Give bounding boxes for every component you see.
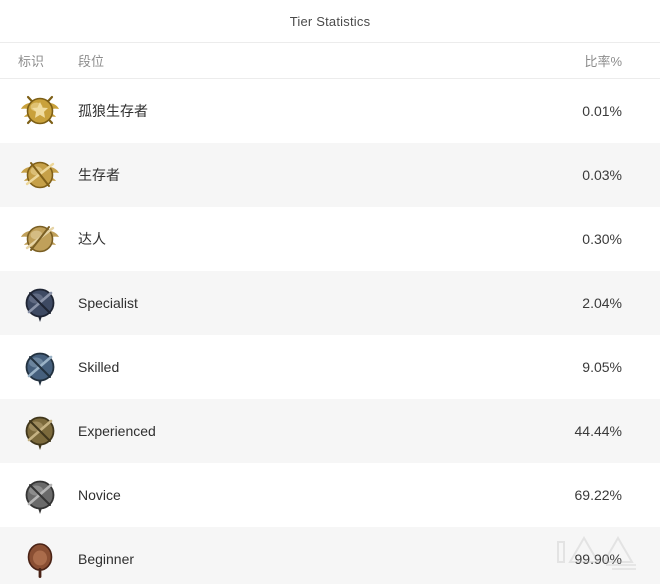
gold-winged-emblem-icon (18, 89, 62, 133)
tier-name: Novice (78, 487, 121, 503)
tier-name: 孤狼生存者 (78, 103, 148, 119)
table-row[interactable]: 达人 0.30% (0, 207, 660, 271)
tier-rate: 44.44% (574, 423, 622, 439)
table-row[interactable]: Skilled 9.05% (0, 335, 660, 399)
gold-wreath-emblem-icon (18, 153, 62, 197)
tier-name: Beginner (78, 551, 135, 567)
tier-name: Specialist (78, 295, 138, 311)
olive-bronze-disc-emblem-icon (18, 409, 62, 453)
tier-rate: 2.04% (582, 295, 622, 311)
table-row[interactable]: 孤狼生存者 0.01% (0, 79, 660, 143)
tier-badge-cell (14, 149, 66, 201)
tier-badge-cell (14, 405, 66, 457)
steel-blue-disc-emblem-icon (18, 345, 62, 389)
tier-rate: 0.03% (582, 167, 622, 183)
column-header-rate: 比率% (584, 54, 622, 69)
tier-name: 生存者 (78, 167, 120, 183)
table-row[interactable]: 生存者 0.03% (0, 143, 660, 207)
tier-rate: 0.01% (582, 103, 622, 119)
tier-badge-cell (14, 213, 66, 265)
column-header-badge: 标识 (18, 54, 45, 69)
tier-badge-cell (14, 277, 66, 329)
tier-badge-cell (14, 341, 66, 393)
tier-rate: 0.30% (582, 231, 622, 247)
tier-rate: 99.90% (574, 551, 622, 567)
column-header-tier: 段位 (78, 54, 105, 69)
tier-rate: 9.05% (582, 359, 622, 375)
tier-rate: 69.22% (574, 487, 622, 503)
table-row[interactable]: Beginner 99.90% (0, 527, 660, 584)
tier-statistics-panel: Tier Statistics 标识 段位 比率% 孤狼生存者 0.01% 生存者… (0, 0, 660, 584)
navy-disc-emblem-icon (18, 281, 62, 325)
gunmetal-disc-emblem-icon (18, 473, 62, 517)
tier-name: 达人 (78, 231, 106, 247)
copper-oval-emblem-icon (18, 537, 62, 581)
table-row[interactable]: Specialist 2.04% (0, 271, 660, 335)
tier-badge-cell (14, 533, 66, 584)
table-row[interactable]: Experienced 44.44% (0, 399, 660, 463)
panel-title-bar: Tier Statistics (0, 0, 660, 42)
tier-badge-cell (14, 85, 66, 137)
table-row[interactable]: Novice 69.22% (0, 463, 660, 527)
tier-name: Skilled (78, 359, 120, 375)
gold-disc-emblem-icon (18, 217, 62, 261)
tier-badge-cell (14, 469, 66, 521)
page-title: Tier Statistics (289, 13, 371, 29)
tier-name: Experienced (78, 423, 156, 439)
table-body: 孤狼生存者 0.01% 生存者 0.03% 达人 0.30% Specialist 2.… (0, 79, 660, 584)
table-header-row: 标识 段位 比率% (0, 42, 660, 79)
